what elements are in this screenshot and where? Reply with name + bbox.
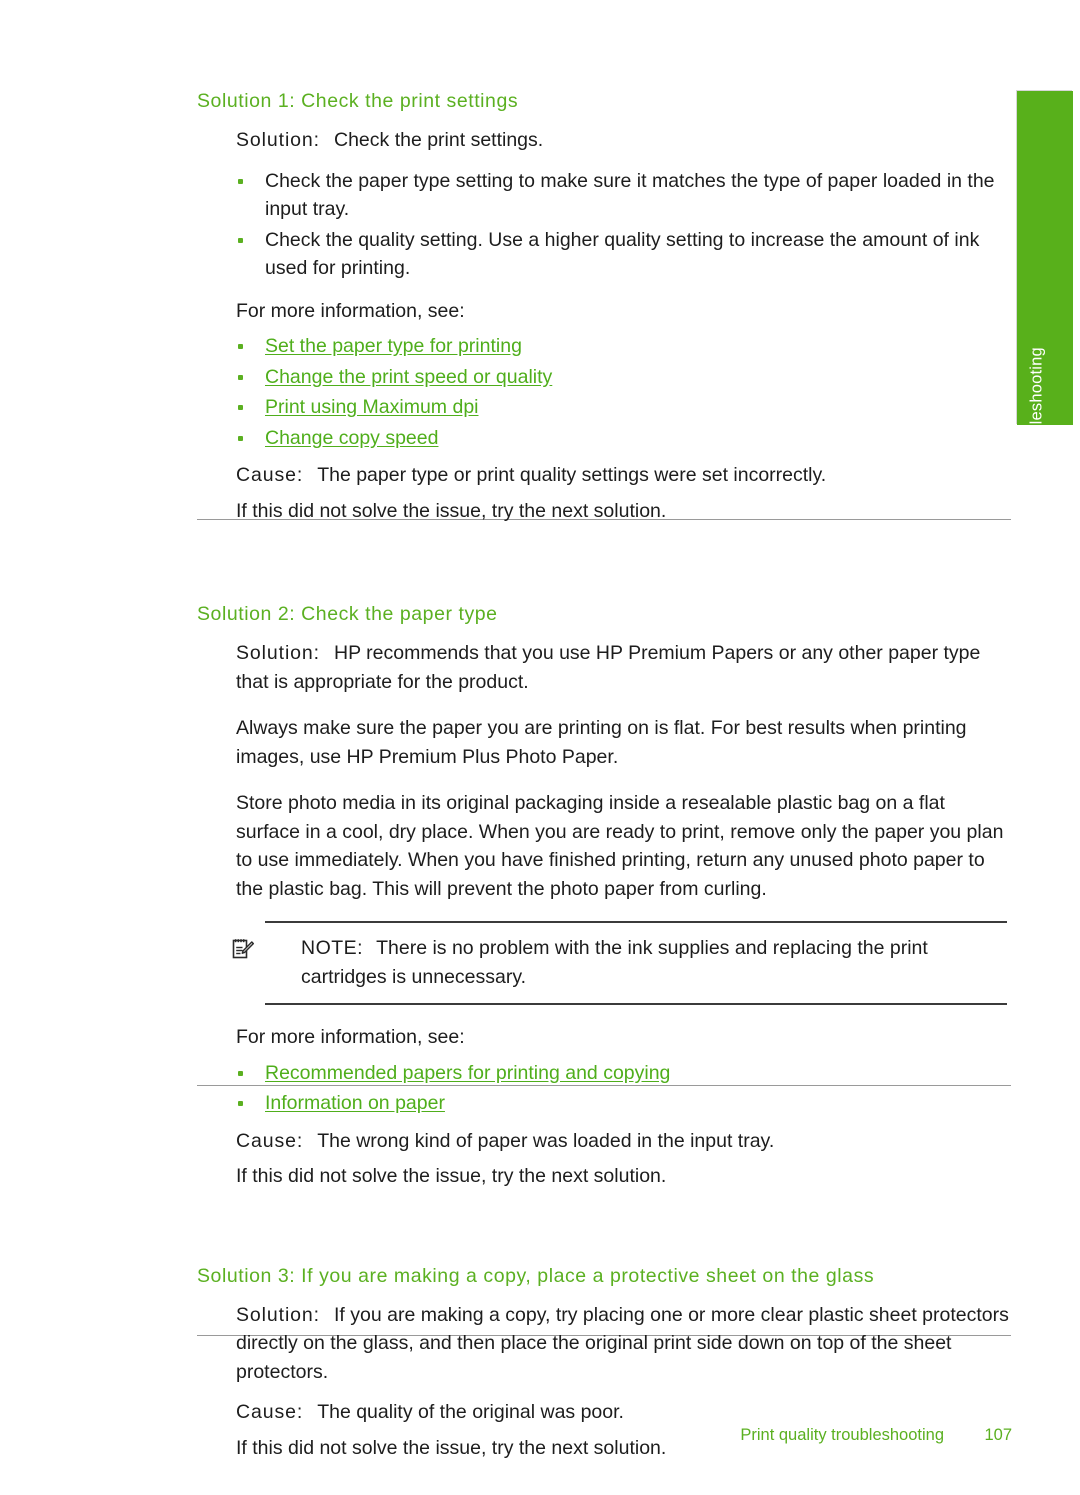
solution-1-solution-paragraph: Solution: Check the print settings. [236, 126, 1012, 155]
solution-2-heading: Solution 2: Check the paper type [197, 603, 498, 625]
solution-2-body-after-note: For more information, see: Recommended p… [236, 1005, 1012, 1191]
note-body: NOTE: There is no problem with the ink su… [301, 937, 928, 988]
solution-2-cause-paragraph: Cause: The wrong kind of paper was loaded… [236, 1127, 1012, 1156]
cross-reference-link[interactable]: Information on paper [265, 1092, 445, 1114]
list-item: Information on paper [236, 1089, 1012, 1118]
solution-2-paragraph: Always make sure the paper you are print… [236, 717, 967, 768]
list-item: Check the quality setting. Use a higher … [236, 226, 1012, 283]
list-item: Recommended papers for printing and copy… [236, 1059, 1012, 1088]
list-item: Change the print speed or quality [236, 363, 1012, 392]
cause-text: The paper type or print quality settings… [317, 464, 827, 486]
footer-chapter-title: Print quality troubleshooting [740, 1426, 944, 1444]
solution-1-check-list: Check the paper type setting to make sur… [236, 167, 1012, 283]
cross-reference-link[interactable]: Set the paper type for printing [265, 335, 522, 357]
cross-reference-link[interactable]: Change the print speed or quality [265, 366, 552, 388]
cross-reference-link[interactable]: Print using Maximum dpi [265, 396, 479, 418]
page-content: Solution 1: Check the print settings Sol… [197, 88, 1012, 1462]
list-item: Check the paper type setting to make sur… [236, 167, 1012, 224]
solution-1-more-info-label: For more information, see: [236, 299, 465, 322]
solution-2-body: Solution: HP recommends that you use HP P… [236, 639, 1012, 921]
note-label: NOTE: [301, 937, 364, 959]
cause-text: The quality of the original was poor. [317, 1401, 624, 1423]
cause-label: Cause: [236, 464, 304, 486]
solution-3-heading: Solution 3: If you are making a copy, pl… [197, 1264, 875, 1287]
cross-reference-link[interactable]: Recommended papers for printing and copy… [265, 1062, 670, 1084]
list-item: Change copy speed [236, 424, 1012, 453]
solution-label: Solution: [236, 129, 320, 151]
solution-1-next-step: If this did not solve the issue, try the… [236, 499, 667, 522]
cause-label: Cause: [236, 1129, 304, 1152]
footer-page-number: 107 [984, 1426, 1012, 1444]
solution-text: HP recommends that you use HP Premium Pa… [236, 642, 981, 693]
solution-3-solution-paragraph: Solution: If you are making a copy, try p… [236, 1301, 1012, 1387]
note-callout: NOTE: There is no problem with the ink su… [232, 921, 1007, 1005]
solution-1-heading: Solution 1: Check the print settings [197, 90, 519, 112]
page-footer: Print quality troubleshooting 107 [197, 1424, 1012, 1446]
solution-1-cause-paragraph: Cause: The paper type or print quality se… [236, 461, 1012, 490]
solution-2-more-info-label: For more information, see: [236, 1026, 465, 1048]
solution-text: Check the print settings. [334, 129, 544, 151]
solution-1-link-list: Set the paper type for printing Change t… [236, 332, 1012, 452]
section-thumb-tab-label: Troubleshooting [1027, 346, 1046, 468]
note-pad-pencil-icon [231, 937, 255, 961]
solution-text: If you are making a copy, try placing on… [236, 1303, 1009, 1383]
document-page: Troubleshooting Solution 1: Check the pr… [0, 0, 1080, 1495]
note-text: There is no problem with the ink supplie… [301, 937, 928, 988]
list-item: Print using Maximum dpi [236, 393, 1012, 422]
solution-label: Solution: [236, 642, 320, 664]
solution-label: Solution: [236, 1303, 320, 1326]
list-item: Set the paper type for printing [236, 332, 1012, 361]
solution-2-next-step: If this did not solve the issue, try the… [236, 1165, 667, 1187]
section-thumb-tab: Troubleshooting [1017, 91, 1073, 467]
cross-reference-link[interactable]: Change copy speed [265, 427, 438, 449]
solution-1-body: Solution: Check the print settings. Check… [236, 126, 1012, 525]
solution-2-solution-paragraph: Solution: HP recommends that you use HP P… [236, 639, 1012, 696]
solution-2-link-list: Recommended papers for printing and copy… [236, 1059, 1012, 1118]
cause-label: Cause: [236, 1401, 304, 1423]
solution-3-cause-paragraph: Cause: The quality of the original was po… [236, 1398, 1012, 1427]
cause-text: The wrong kind of paper was loaded in th… [317, 1129, 775, 1152]
solution-2-paragraph: Store photo media in its original packag… [236, 792, 1004, 900]
